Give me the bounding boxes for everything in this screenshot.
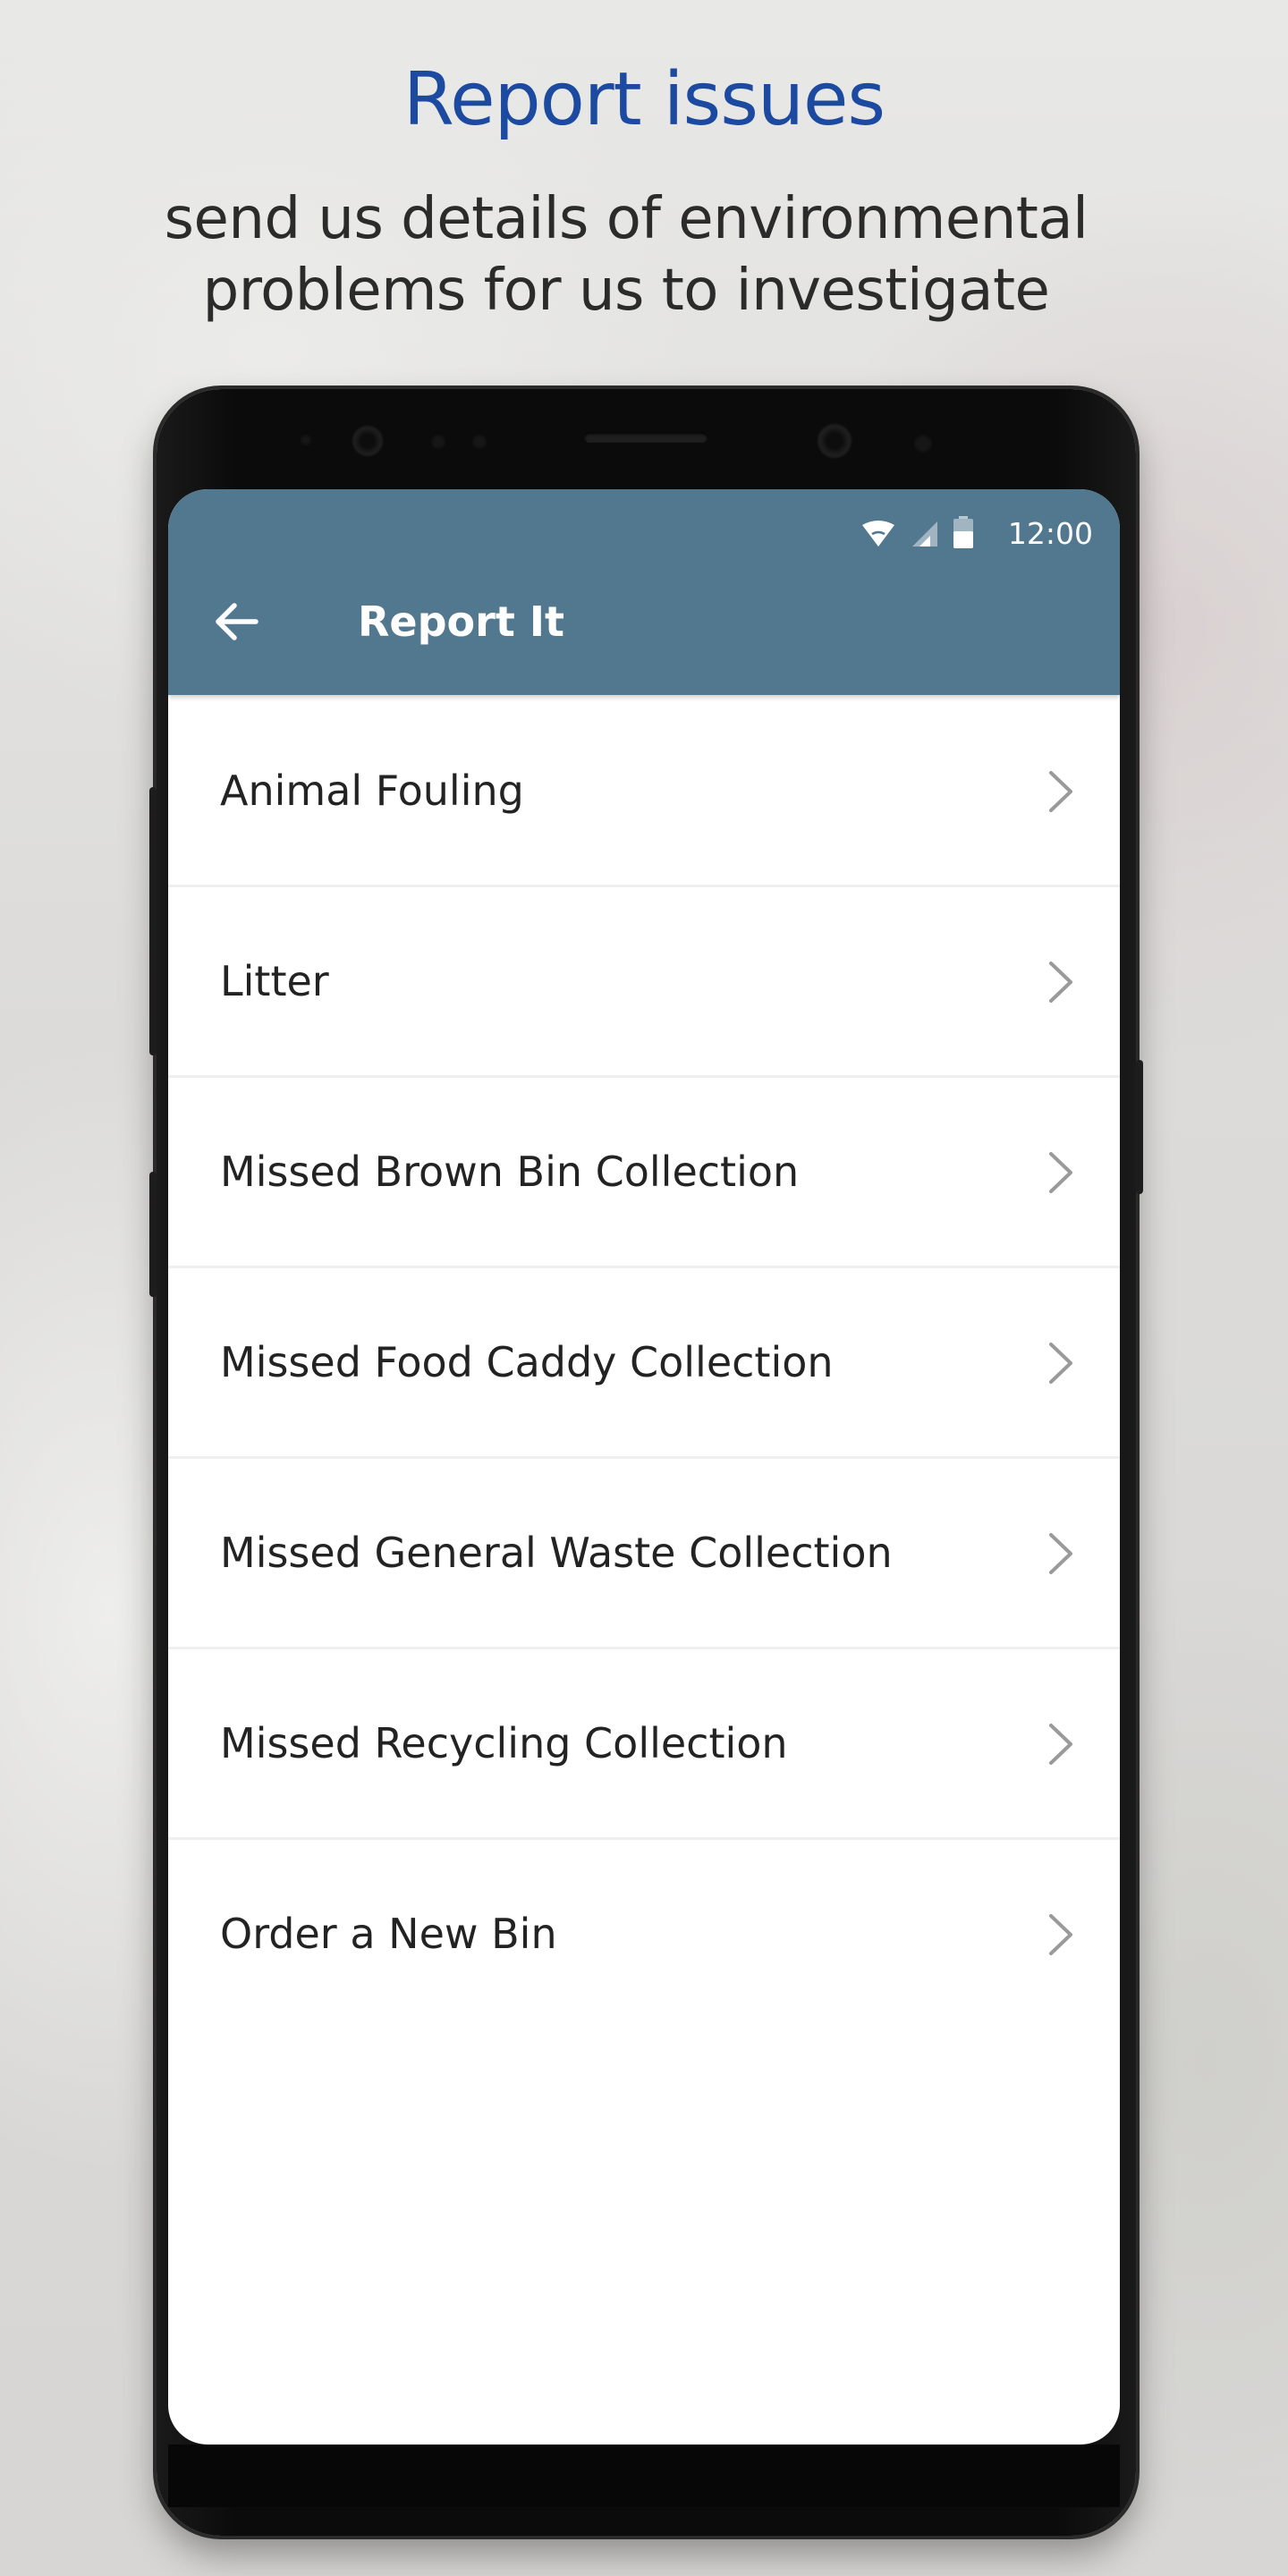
report-category-list: Animal Fouling Litter Missed Brown Bin C… xyxy=(168,697,1120,2028)
power-button xyxy=(1136,1060,1143,1194)
volume-button xyxy=(149,787,157,1055)
list-item-animal-fouling[interactable]: Animal Fouling xyxy=(168,697,1120,887)
list-item-label: Animal Fouling xyxy=(220,767,524,815)
page-title: Report It xyxy=(358,597,564,646)
list-item-missed-food-caddy[interactable]: Missed Food Caddy Collection xyxy=(168,1268,1120,1459)
chevron-right-icon xyxy=(1049,771,1072,812)
list-item-missed-recycling[interactable]: Missed Recycling Collection xyxy=(168,1649,1120,1840)
list-item-label: Litter xyxy=(220,957,329,1005)
list-item-label: Missed Recycling Collection xyxy=(220,1719,788,1767)
list-item-missed-brown-bin[interactable]: Missed Brown Bin Collection xyxy=(168,1078,1120,1268)
status-time: 12:00 xyxy=(1007,516,1093,551)
sensor-dot-icon xyxy=(913,434,933,453)
proximity-sensor-icon xyxy=(300,434,312,446)
list-item-order-new-bin[interactable]: Order a New Bin xyxy=(168,1840,1120,2028)
battery-icon xyxy=(953,516,973,548)
sensor-dot-icon xyxy=(471,434,487,450)
list-item-label: Order a New Bin xyxy=(220,1910,557,1958)
signal-icon xyxy=(912,521,937,547)
wifi-icon xyxy=(862,521,894,547)
iris-camera-icon xyxy=(352,425,384,457)
list-item-label: Missed Food Caddy Collection xyxy=(220,1338,834,1386)
chevron-right-icon xyxy=(1049,1914,1072,1955)
promo-title: Report issues xyxy=(402,57,886,142)
chevron-right-icon xyxy=(1049,1343,1072,1384)
list-item-label: Missed Brown Bin Collection xyxy=(220,1148,800,1196)
arrow-left-icon[interactable] xyxy=(211,597,261,647)
chevron-right-icon xyxy=(1049,1724,1072,1765)
earpiece-speaker xyxy=(584,432,708,443)
promo-subtitle: send us details of environmental problem… xyxy=(164,186,1089,324)
chevron-right-icon xyxy=(1049,962,1072,1003)
sensor-dot-icon xyxy=(430,434,446,450)
list-item-litter[interactable]: Litter xyxy=(168,887,1120,1078)
front-camera-icon xyxy=(817,423,852,459)
app-bar: 12:00 Report It xyxy=(168,489,1120,695)
phone-frame: 12:00 Report It Animal Fouling Litter Mi… xyxy=(149,389,1143,2536)
chevron-right-icon xyxy=(1049,1533,1072,1574)
chevron-right-icon xyxy=(1049,1152,1072,1193)
list-item-label: Missed General Waste Collection xyxy=(220,1529,893,1577)
bixby-button xyxy=(149,1172,157,1297)
list-item-missed-general-waste[interactable]: Missed General Waste Collection xyxy=(168,1459,1120,1649)
app-screen: 12:00 Report It Animal Fouling Litter Mi… xyxy=(168,489,1120,2445)
phone-bottom-bezel xyxy=(168,2445,1120,2507)
